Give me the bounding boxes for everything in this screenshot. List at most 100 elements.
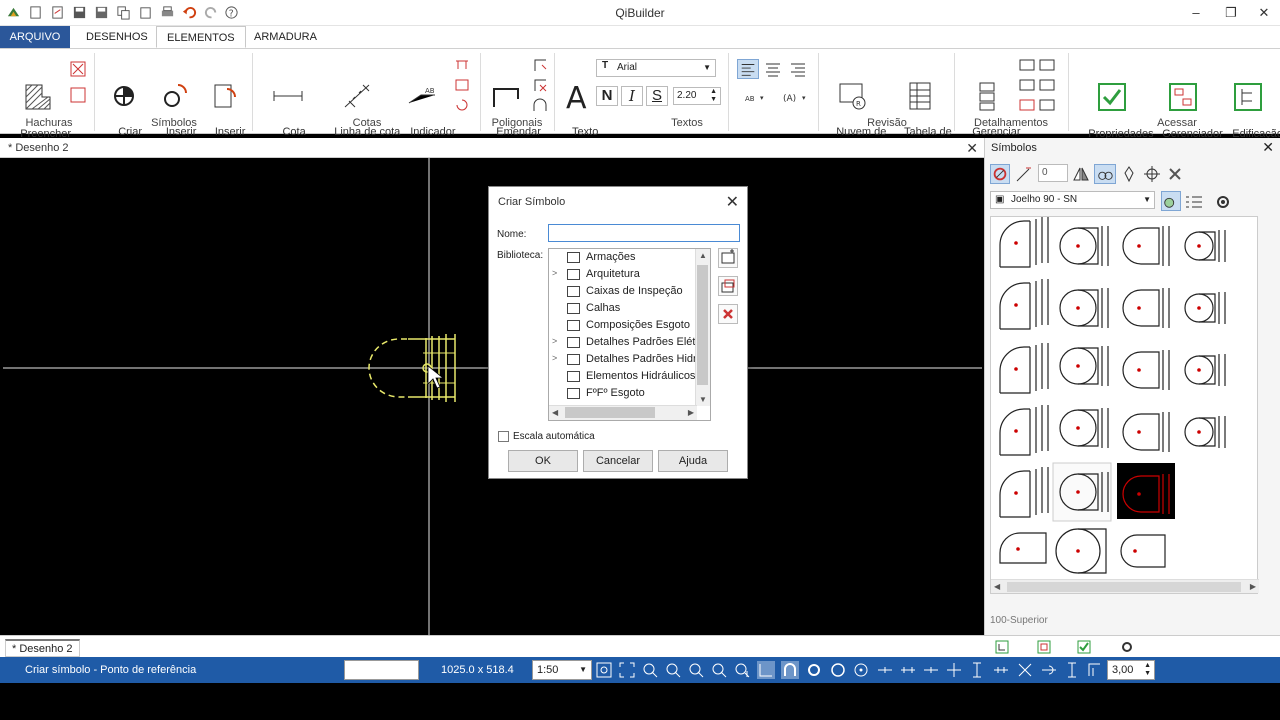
document-close-icon[interactable]: ✕ [966,140,978,157]
text-height-icon[interactable] [1086,661,1104,679]
snap-settings-icon[interactable] [805,661,823,679]
zoom-out-icon[interactable] [664,661,682,679]
polyline-arc-icon[interactable] [532,97,548,113]
ajuda-button[interactable]: Ajuda [658,450,728,472]
bottom-document-tab[interactable]: * Desenho 2 [5,639,80,657]
indicador-button[interactable]: AB Indicador [398,57,456,150]
tab-elementos[interactable]: ELEMENTOS [156,26,246,48]
texto-button[interactable]: A Texto [560,57,598,150]
text-frame-icon[interactable]: (A) ▾ [782,89,810,105]
snap-perpendicular-icon[interactable] [968,661,986,679]
zoom-window-icon[interactable] [595,661,613,679]
ok-button[interactable]: OK [508,450,578,472]
expand-arrow-icon[interactable]: > [552,353,557,363]
italic-button[interactable]: I [621,86,643,106]
snap-midpoint-icon[interactable] [876,661,894,679]
command-input[interactable] [344,660,419,680]
library-item[interactable]: > Detalhes Padrões Elétr [549,334,697,351]
font-family-combo[interactable]: Arial T ▼ [596,59,716,77]
symbol-draw-icon[interactable] [1014,164,1034,184]
symbol-thumb[interactable] [1184,353,1226,387]
symbol-thumb[interactable] [999,342,1049,394]
nome-input[interactable] [548,224,740,242]
restore-button[interactable]: ❐ [1221,3,1241,23]
ortho-mode-icon[interactable] [757,661,775,679]
symbol-thumb[interactable] [999,216,1049,268]
library-tree[interactable]: Armações > Arquitetura Caixas de Inspeção… [548,248,711,421]
dim-refresh-icon[interactable] [454,97,470,113]
snap-extension-icon[interactable] [1016,661,1034,679]
library-item[interactable]: Composições Esgoto [549,317,697,334]
symbol-thumb[interactable] [1122,225,1170,267]
tree-horizontal-scrollbar[interactable]: ◀ ▶ [549,405,697,420]
hatch-edit-icon[interactable] [70,87,86,103]
layer-manager-icon[interactable] [994,639,1010,655]
zoom-extents-icon[interactable] [618,661,636,679]
pan-icon[interactable] [733,661,751,679]
scroll-up-icon[interactable]: ▲ [699,251,707,260]
snap-intersection-icon[interactable] [945,661,963,679]
symbol-thumb[interactable] [999,532,1047,564]
scroll-left-icon[interactable]: ◀ [552,408,558,417]
emendar-button[interactable]: Emendar [484,57,541,150]
symbol-thumb[interactable] [999,404,1049,456]
symbol-grid-scroll-thumb[interactable] [1007,582,1241,592]
rotation-field[interactable]: 0 [1038,164,1068,182]
symbol-thumb[interactable] [1122,349,1170,391]
scroll-left-icon[interactable]: ◀ [994,582,1000,591]
layer-copy-icon[interactable] [1036,639,1052,655]
mirror-icon[interactable] [1071,164,1091,184]
target-icon[interactable] [1142,164,1162,184]
detail-list-icon[interactable] [1018,57,1062,73]
strike-button[interactable]: S [646,86,668,106]
symbol-thumb[interactable] [1184,415,1226,449]
snap-nearest-icon[interactable] [922,661,940,679]
escala-automatica-checkbox[interactable]: Escala automática [498,431,595,442]
delete-library-button[interactable] [718,304,738,324]
snap-quadrant-icon[interactable] [852,661,870,679]
minimize-button[interactable]: – [1186,3,1206,23]
snap-parallel-icon[interactable] [992,661,1010,679]
snap-tangent-icon[interactable] [1040,661,1058,679]
symbol-group-icon[interactable] [1094,164,1116,184]
detail-grid-icon[interactable] [1018,97,1062,113]
zoom-in-icon[interactable] [641,661,659,679]
symbol-thumb[interactable] [1059,345,1109,387]
scroll-right-icon[interactable]: ▶ [688,408,694,417]
new-library-button[interactable] [718,248,738,268]
symbol-thumb[interactable] [1120,534,1166,568]
symbol-select-icon[interactable] [990,164,1010,184]
symbol-thumb[interactable] [1059,407,1109,449]
snap-magnet-icon[interactable] [781,661,799,679]
symbol-thumb[interactable] [999,278,1049,330]
zoom-previous-icon[interactable] [687,661,705,679]
dim-stack-icon[interactable] [454,77,470,93]
library-item[interactable]: Elementos Hidráulicos [549,368,697,385]
detail-copy-icon[interactable] [1018,77,1062,93]
symbol-thumb[interactable] [1059,225,1109,267]
align-center-icon[interactable] [762,59,784,79]
symbol-settings-icon[interactable] [1213,192,1233,212]
clear-icon[interactable] [1165,164,1185,184]
tab-desenhos[interactable]: DESENHOS [76,26,158,48]
symbol-grid-scrollbar[interactable]: ◀ ▶ [991,579,1259,593]
symbol-thumb[interactable] [1059,287,1109,329]
checkbox-box[interactable] [498,431,509,442]
expand-arrow-icon[interactable]: > [552,336,557,346]
layer-apply-icon[interactable] [1076,639,1092,655]
tree-vertical-scrollbar[interactable]: ▲ ▼ [695,249,710,406]
library-item[interactable]: Caixas de Inspeção [549,283,697,300]
polyline-corner-icon[interactable] [532,57,548,73]
symbol-combo[interactable]: ▣ Joelho 90 - SN ▼ [990,191,1155,209]
cancelar-button[interactable]: Cancelar [583,450,653,472]
dialog-close-icon[interactable]: ✕ [726,192,739,212]
snap-vertical-icon[interactable] [1063,661,1081,679]
library-item[interactable]: Armações [549,249,697,266]
symbol-thumb-selected[interactable] [1117,463,1175,519]
symbol-thumb[interactable] [1184,291,1226,325]
snap-endpoint-icon[interactable] [899,661,917,679]
scroll-right-icon[interactable]: ▶ [1250,582,1256,591]
close-button[interactable]: ✕ [1254,3,1274,23]
document-tab[interactable]: * Desenho 2 [8,142,69,154]
symbol-thumb[interactable] [1122,287,1170,329]
